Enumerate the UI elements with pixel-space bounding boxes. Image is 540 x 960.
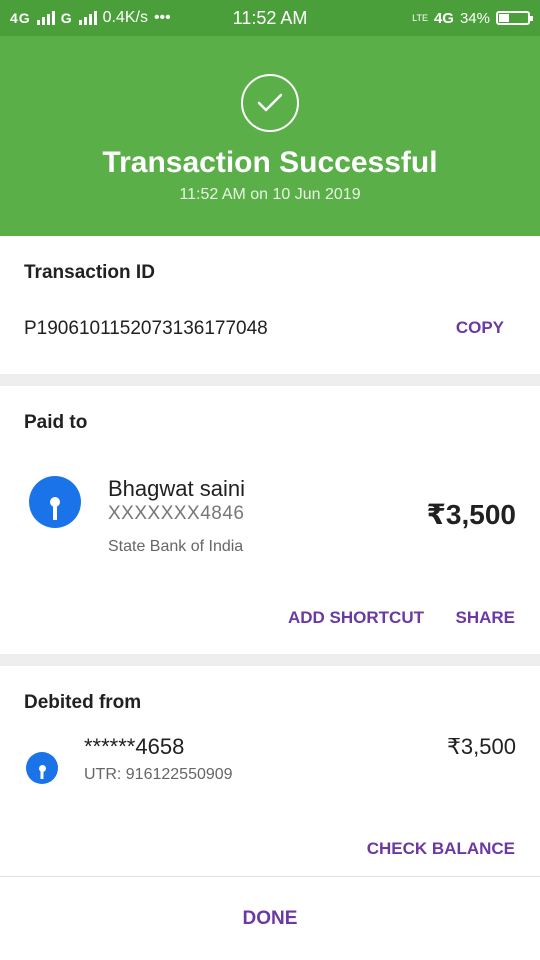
success-header: Transaction Successful 11:52 AM on 10 Ju… [0, 36, 540, 236]
paid-to-label: Paid to [24, 412, 88, 433]
network-type-2: G [60, 10, 73, 26]
paid-amount: ₹3,500 [426, 499, 516, 530]
sbi-logo-icon [29, 476, 81, 528]
network-speed: 0.4K/s [102, 9, 148, 26]
transaction-id-value: P1906101152073136177048 [24, 318, 268, 339]
checkmark-icon [257, 93, 283, 112]
network-type-right: 4G [433, 9, 454, 27]
debited-from-label: Debited from [24, 692, 142, 713]
section-divider [0, 654, 540, 666]
debited-from-section: Debited from ******4658 UTR: 91612255090… [0, 666, 540, 876]
transaction-id-section: Transaction ID P1906101152073136177048 C… [0, 236, 540, 374]
success-check-icon [241, 74, 299, 132]
battery-percent: 34% [459, 9, 490, 27]
add-shortcut-button[interactable]: ADD SHORTCUT [288, 608, 424, 628]
status-right: LTE 4G 34% [412, 9, 533, 27]
more-notifications-icon: ••• [153, 9, 171, 26]
copy-button[interactable]: COPY [456, 318, 504, 338]
check-balance-button[interactable]: CHECK BALANCE [367, 839, 515, 859]
done-button[interactable]: DONE [0, 877, 540, 960]
network-type-left: 4G [10, 10, 31, 26]
section-divider [0, 374, 540, 386]
debit-amount: ₹3,500 [446, 734, 516, 759]
signal-icon [36, 11, 55, 25]
volte-icon: LTE [412, 12, 428, 23]
status-left: 4G G 0.4K/s ••• [10, 9, 171, 27]
utr-number: UTR: 916122550909 [84, 766, 233, 783]
signal-icon-2 [78, 11, 97, 25]
status-bar: 4G G 0.4K/s ••• 11:52 AM LTE 4G 34% [0, 0, 540, 36]
battery-level [499, 14, 509, 22]
share-button[interactable]: SHARE [455, 608, 515, 628]
status-title: Transaction Successful [102, 146, 438, 179]
transaction-id-label: Transaction ID [24, 262, 155, 283]
debit-account: ******4658 [84, 734, 185, 759]
payee-bank: State Bank of India [108, 538, 244, 555]
battery-icon [496, 11, 533, 25]
payee-account: XXXXXXX4846 [108, 503, 245, 524]
sbi-logo-small-icon [26, 752, 58, 784]
payee-name: Bhagwat saini [108, 476, 245, 501]
paid-to-section: Paid to Bhagwat saini XXXXXXX4846 State … [0, 386, 540, 654]
status-timestamp: 11:52 AM on 10 Jun 2019 [179, 186, 361, 203]
